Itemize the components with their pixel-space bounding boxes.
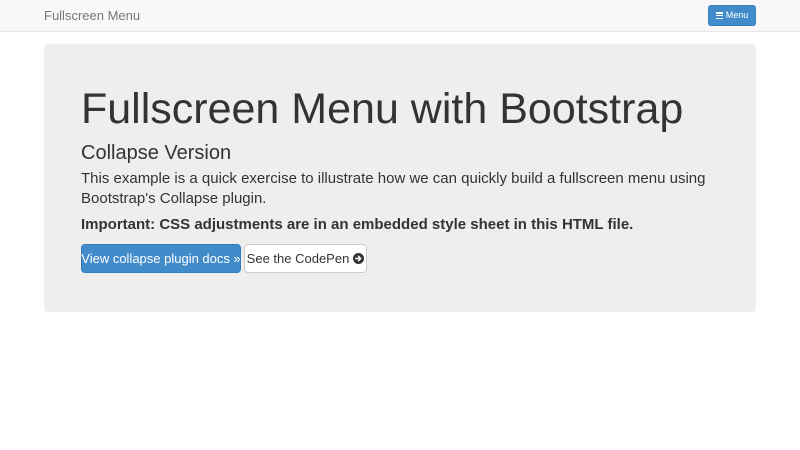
important-note: Important: CSS adjustments are in an emb… bbox=[81, 216, 634, 233]
page-subtitle: Collapse Version bbox=[81, 142, 232, 164]
jumbotron: Fullscreen Menu with Bootstrap Collapse … bbox=[44, 44, 756, 312]
description-text: This example is a quick exercise to illu… bbox=[81, 170, 706, 207]
arrow-circle-right-icon bbox=[353, 253, 365, 264]
hamburger-icon bbox=[715, 12, 723, 19]
menu-button-label: Menu bbox=[725, 10, 749, 20]
view-docs-button[interactable]: View collapse plugin docs » bbox=[81, 244, 241, 273]
menu-button[interactable]: Menu bbox=[708, 5, 756, 26]
view-docs-button-label: View collapse plugin docs » bbox=[81, 251, 241, 266]
codepen-button-label: See the CodePen bbox=[246, 251, 350, 266]
codepen-button[interactable]: See the CodePen bbox=[244, 244, 367, 273]
navbar-brand[interactable]: Fullscreen Menu bbox=[44, 8, 140, 24]
navbar: Fullscreen Menu Menu bbox=[0, 0, 800, 32]
page-title: Fullscreen Menu with Bootstrap bbox=[81, 85, 684, 133]
